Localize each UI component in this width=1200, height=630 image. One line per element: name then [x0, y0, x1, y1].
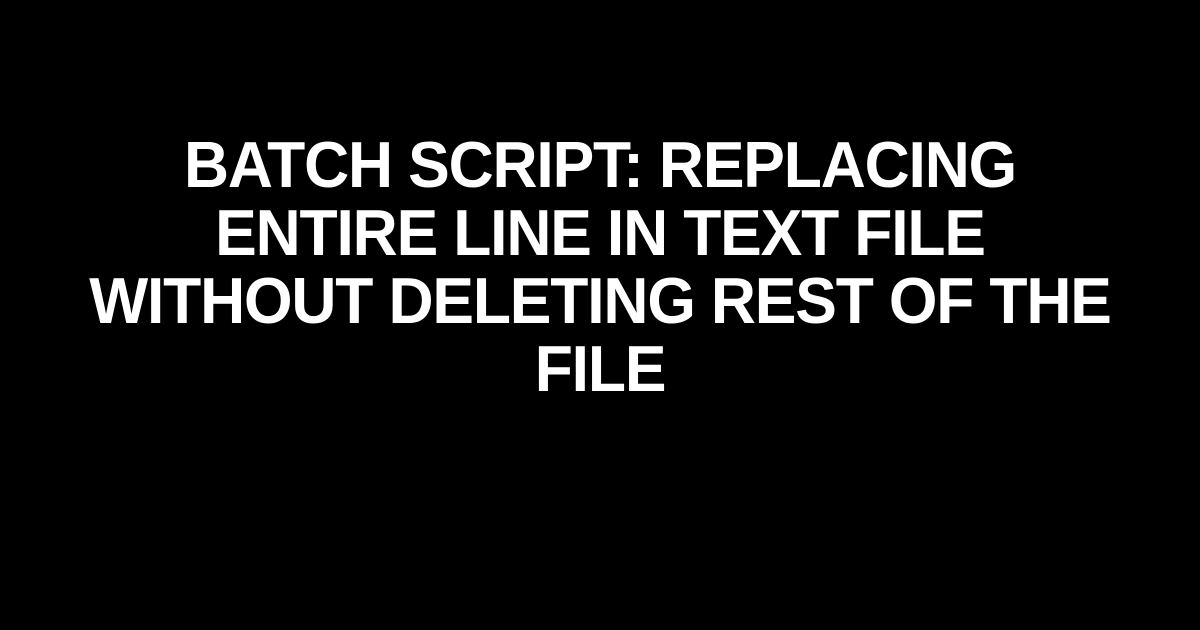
page-title: BATCH SCRIPT: REPLACING ENTIRE LINE IN T… — [24, 131, 1176, 404]
